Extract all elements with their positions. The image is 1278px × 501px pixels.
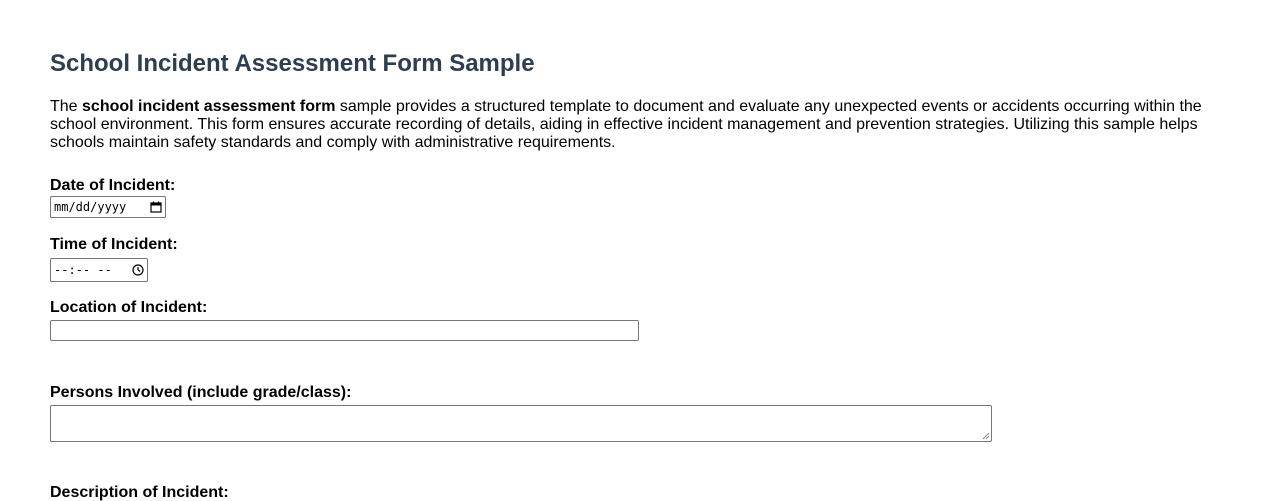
intro-bold: school incident assessment form <box>82 98 336 115</box>
date-label: Date of Incident: <box>50 177 176 194</box>
location-label: Location of Incident: <box>50 299 208 316</box>
page-container: School Incident Assessment Form Sample T… <box>0 0 1278 501</box>
description-label: Description of Incident: <box>50 484 229 501</box>
date-input[interactable]: mm/dd/yyyy <box>50 196 166 218</box>
intro-paragraph: The school incident assessment form samp… <box>50 98 1210 152</box>
time-field: Time of Incident: --:-- -- <box>50 236 1228 282</box>
date-mask: mm/dd/yyyy <box>54 200 127 214</box>
time-mask: --:-- -- <box>54 263 112 277</box>
location-field: Location of Incident: <box>50 299 1228 341</box>
time-input[interactable]: --:-- -- <box>50 258 148 282</box>
persons-label: Persons Involved (include grade/class): <box>50 384 352 401</box>
persons-textarea[interactable] <box>50 405 992 442</box>
clock-icon[interactable] <box>132 264 144 276</box>
intro-prefix: The <box>50 98 83 115</box>
calendar-icon[interactable] <box>150 201 162 213</box>
page-title: School Incident Assessment Form Sample <box>50 50 535 77</box>
time-label: Time of Incident: <box>50 236 178 253</box>
date-field: Date of Incident: mm/dd/yyyy <box>50 177 1228 218</box>
persons-field: Persons Involved (include grade/class): <box>50 384 1228 442</box>
description-field: Description of Incident: <box>50 484 1228 501</box>
resize-grip-icon[interactable] <box>982 432 990 440</box>
location-input[interactable] <box>50 320 639 341</box>
